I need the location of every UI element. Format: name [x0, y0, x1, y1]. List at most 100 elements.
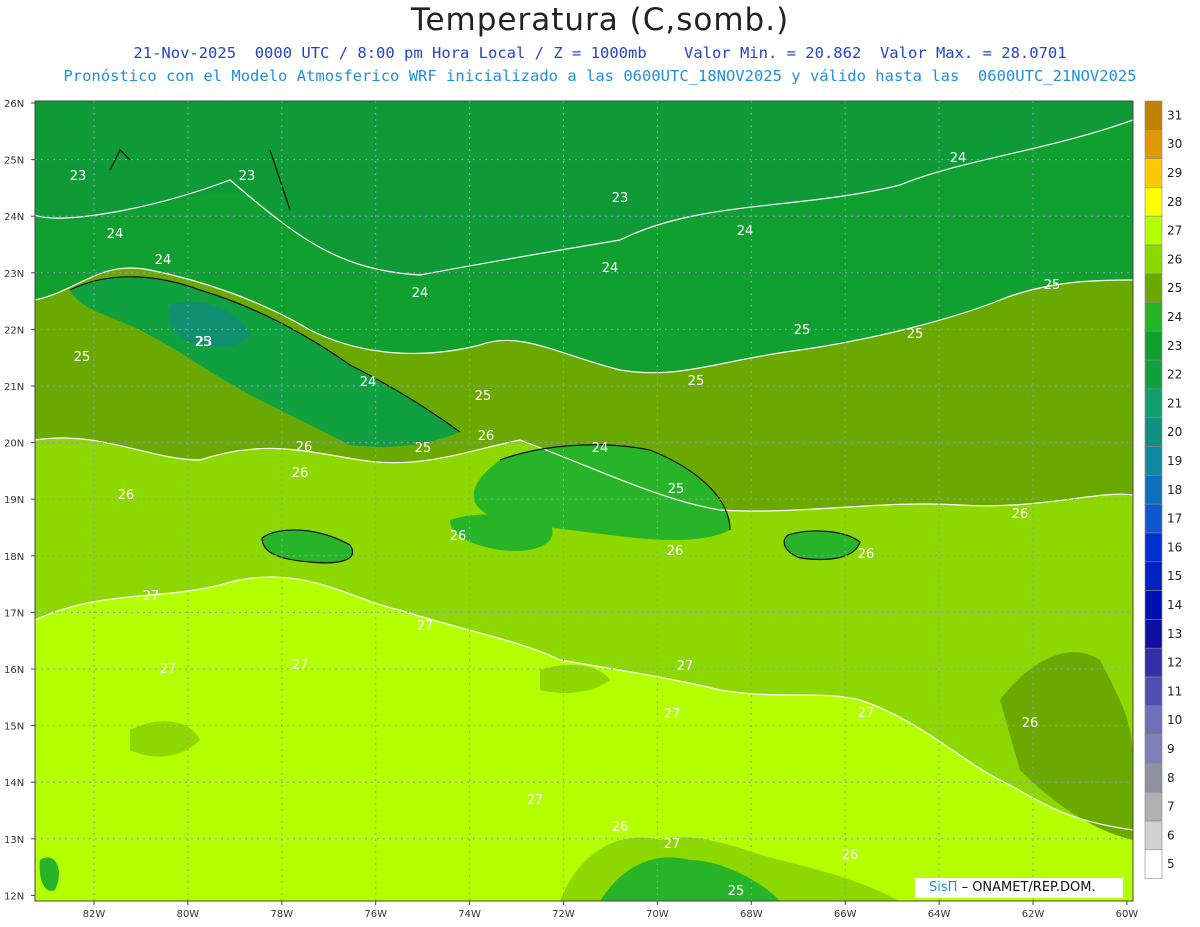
colorbar-swatch	[1144, 763, 1163, 793]
colorbar-label: 28	[1167, 195, 1182, 209]
colorbar-swatch	[1144, 820, 1163, 851]
contour-label: 24	[737, 224, 754, 239]
colorbar-label: 24	[1167, 310, 1182, 324]
contour-label: 24	[602, 261, 619, 276]
colorbar-swatch	[1144, 273, 1163, 303]
colorbar-swatch	[1144, 331, 1163, 361]
contour-label: 26	[667, 544, 684, 559]
map-field	[35, 101, 1133, 901]
lat-tick-label: 14N	[4, 778, 24, 789]
colorbar-label: 8	[1167, 771, 1175, 785]
lat-tick-label: 13N	[4, 835, 24, 846]
contour-label: 27	[292, 658, 309, 673]
longitude-axis: 82W 80W 78W 76W 74W 72W 70W 68W 66W 64W 62W 60W	[83, 901, 1138, 920]
contour-label: 26	[858, 547, 875, 562]
contour-label: 27	[664, 837, 681, 852]
lon-tick-label: 74W	[458, 909, 481, 920]
contour-label: 23	[239, 169, 256, 184]
colorbar-label: 17	[1167, 512, 1182, 526]
colorbar-swatch	[1144, 475, 1163, 505]
contour-label: 27	[417, 619, 434, 634]
colorbar-swatch	[1144, 676, 1163, 707]
colorbar-label: 15	[1167, 569, 1182, 583]
colorbar: 31 30 29 28 27 26 25 24 23 22 21 20 19 18 17 16 15 14 13 12…	[1144, 100, 1182, 879]
temperature-map: 26N 25N 24N 23N 22N 21N 20N 19N 18N 17N 16N 15N 14N 1…	[4, 99, 1182, 920]
contour-label: 25	[728, 884, 745, 899]
colorbar-label: 13	[1167, 627, 1182, 641]
colorbar-swatch	[1144, 359, 1163, 390]
colorbar-label: 10	[1167, 713, 1182, 727]
lat-tick-label: 19N	[4, 495, 24, 506]
contour-label: 24	[155, 253, 172, 268]
colorbar-label: 23	[1167, 339, 1182, 353]
contour-label: 26	[1012, 507, 1029, 522]
colorbar-swatch	[1144, 590, 1163, 620]
colorbar-swatch	[1144, 791, 1163, 822]
lon-tick-label: 62W	[1022, 909, 1045, 920]
colorbar-label: 27	[1167, 224, 1182, 238]
contour-label: 25	[794, 323, 811, 338]
colorbar-swatch	[1144, 158, 1163, 188]
colorbar-swatch	[1144, 705, 1163, 735]
contour-label: 25	[415, 441, 432, 456]
contour-label: 26	[118, 488, 135, 503]
contour-label: 27	[677, 659, 694, 674]
colorbar-label: 19	[1167, 454, 1182, 468]
colorbar-label: 11	[1167, 684, 1182, 698]
colorbar-swatch	[1144, 503, 1163, 534]
contour-label: 26	[450, 529, 467, 544]
contour-label: 24	[950, 151, 967, 166]
colorbar-label: 31	[1167, 108, 1182, 122]
contour-label: 27	[143, 589, 160, 604]
lon-tick-label: 68W	[740, 909, 763, 920]
lat-tick-label: 23N	[4, 269, 24, 280]
contour-label: 26	[292, 466, 309, 481]
contour-label: 26	[842, 848, 859, 863]
colorbar-label: 14	[1167, 598, 1182, 612]
lat-tick-label: 17N	[4, 608, 24, 619]
contour-label: 24	[360, 375, 377, 390]
contour-label: 25	[688, 374, 705, 389]
colorbar-swatch	[1144, 129, 1163, 159]
lon-tick-label: 78W	[270, 909, 293, 920]
contour-label: 26	[612, 820, 629, 835]
colorbar-swatch	[1144, 446, 1163, 476]
contour-label: 26	[296, 440, 313, 455]
lon-tick-label: 72W	[552, 909, 575, 920]
contour-label: 24	[592, 441, 609, 456]
colorbar-label: 5	[1167, 857, 1175, 871]
colorbar-swatch	[1144, 417, 1163, 447]
colorbar-swatch	[1144, 187, 1163, 217]
colorbar-label: 6	[1167, 828, 1175, 842]
contour-label: 27	[858, 706, 875, 721]
lat-tick-label: 26N	[4, 99, 24, 110]
contour-label: 25	[74, 350, 91, 365]
contour-label: 24	[107, 227, 124, 242]
colorbar-swatch	[1144, 849, 1163, 879]
colorbar-swatch	[1144, 561, 1163, 591]
colorbar-label: 21	[1167, 396, 1182, 410]
credit-brand: SisΠ	[929, 880, 958, 895]
contour-label: 27	[160, 662, 177, 677]
lon-tick-label: 70W	[646, 909, 669, 920]
lon-tick-label: 76W	[364, 909, 387, 920]
credit-box: SisΠ – ONAMET/REP.DOM.	[915, 878, 1123, 898]
colorbar-label: 20	[1167, 425, 1182, 439]
lat-tick-label: 12N	[4, 891, 24, 902]
colorbar-label: 9	[1167, 742, 1175, 756]
colorbar-swatch	[1144, 244, 1163, 275]
colorbar-swatch	[1144, 100, 1163, 131]
lat-tick-label: 15N	[4, 722, 24, 733]
colorbar-label: 7	[1167, 800, 1175, 814]
colorbar-label: 25	[1167, 281, 1182, 295]
lat-tick-label: 20N	[4, 439, 24, 450]
contour-label: 24	[412, 286, 429, 301]
colorbar-label: 16	[1167, 540, 1182, 554]
colorbar-swatch	[1144, 619, 1163, 649]
colorbar-label: 26	[1167, 252, 1182, 266]
lat-tick-label: 24N	[4, 212, 24, 223]
colorbar-swatch	[1144, 734, 1163, 764]
latitude-axis: 26N 25N 24N 23N 22N 21N 20N 19N 18N 17N 16N 15N 14N 1…	[4, 99, 35, 902]
colorbar-label: 12	[1167, 656, 1182, 670]
credit-text: – ONAMET/REP.DOM.	[961, 880, 1096, 895]
